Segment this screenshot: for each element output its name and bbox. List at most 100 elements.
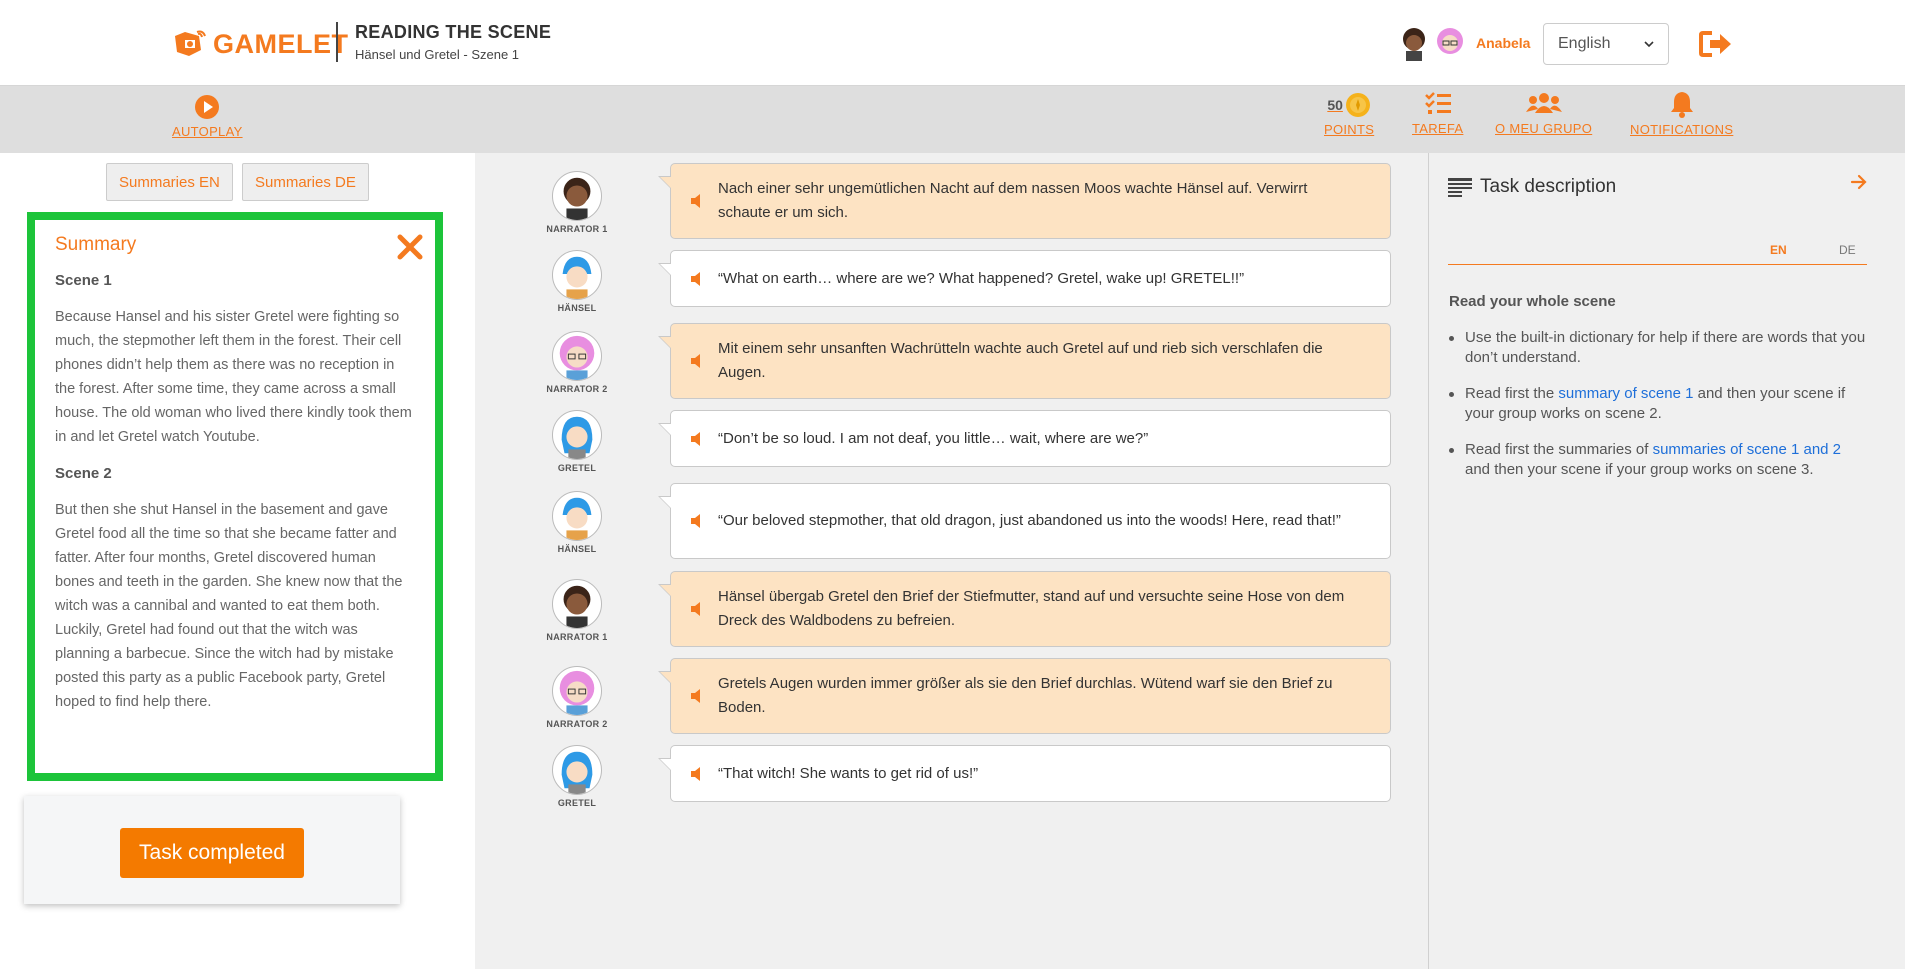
speaker: NARRATOR 1 bbox=[542, 171, 612, 234]
speaker-name: GRETEL bbox=[557, 463, 597, 473]
speaker-icon[interactable] bbox=[690, 193, 706, 209]
speaker-name: NARRATOR 1 bbox=[546, 224, 608, 234]
task-description-title: Task description bbox=[1480, 176, 1617, 197]
dialogue-row: GRETEL “That witch! She wants to get rid … bbox=[475, 745, 1428, 808]
speaker-name: GRETEL bbox=[557, 798, 597, 808]
speech-bubble: Mit einem sehr unsanften Wachrütteln wac… bbox=[658, 323, 1391, 399]
header: GAMELET READING THE SCENE Hänsel und Gre… bbox=[0, 0, 1905, 86]
autoplay-button[interactable]: AUTOPLAY bbox=[172, 94, 243, 139]
dialogue-text: Mit einem sehr unsanften Wachrütteln wac… bbox=[718, 340, 1323, 381]
scene1-text: Because Hansel and his sister Gretel wer… bbox=[55, 309, 412, 445]
scene1-title: Scene 1 bbox=[55, 272, 112, 289]
tarefa-label: TAREFA bbox=[1412, 121, 1464, 136]
dialogue-row: HÄNSEL “Our beloved stepmother, that old … bbox=[475, 483, 1428, 559]
points-value: 50 bbox=[1327, 97, 1343, 113]
speaker: NARRATOR 2 bbox=[542, 666, 612, 729]
task-item-3-pre: Read first the summaries of bbox=[1465, 441, 1653, 458]
language-select[interactable]: English bbox=[1543, 23, 1669, 65]
speaker-icon[interactable] bbox=[690, 271, 706, 287]
my-group-button[interactable]: O MEU GRUPO bbox=[1495, 91, 1592, 136]
dialogue-text: “Don’t be so loud. I am not deaf, you li… bbox=[718, 429, 1149, 447]
arrow-right-icon[interactable] bbox=[1850, 173, 1868, 191]
task-list: Use the built-in dictionary for help if … bbox=[1449, 328, 1869, 496]
speaker-icon[interactable] bbox=[690, 513, 706, 529]
speech-bubble: Nach einer sehr ungemütlichen Nacht auf … bbox=[658, 163, 1391, 239]
speech-bubble: “Our beloved stepmother, that old dragon… bbox=[658, 483, 1391, 559]
notifications-label: NOTIFICATIONS bbox=[1630, 122, 1734, 137]
summary-scene1-2-link[interactable]: summaries of scene 1 and 2 bbox=[1653, 441, 1841, 458]
coin-icon bbox=[1345, 93, 1370, 117]
avatar bbox=[552, 666, 602, 716]
speech-bubble: “Don’t be so loud. I am not deaf, you li… bbox=[658, 410, 1391, 467]
avatar bbox=[552, 745, 602, 795]
speaker-name: NARRATOR 2 bbox=[546, 384, 608, 394]
task-language-tabs: EN DE bbox=[1448, 243, 1867, 265]
speaker-name: NARRATOR 2 bbox=[546, 719, 608, 729]
toolbar: AUTOPLAY 50 POINTS TAREFA O MEU GRUPO NO… bbox=[0, 86, 1905, 153]
dialogue-panel: NARRATOR 1 Nach einer sehr ungemütlichen … bbox=[475, 153, 1428, 969]
speaker-icon[interactable] bbox=[690, 601, 706, 617]
page-title: READING THE SCENE bbox=[355, 22, 552, 42]
speaker: HÄNSEL bbox=[542, 250, 612, 313]
summary-panel: Summaries EN Summaries DE Summary Scene … bbox=[0, 153, 475, 969]
avatar bbox=[552, 579, 602, 629]
speaker-name: HÄNSEL bbox=[557, 544, 597, 554]
points-label: POINTS bbox=[1324, 122, 1375, 137]
avatar-boy bbox=[1396, 25, 1432, 61]
logout-icon[interactable] bbox=[1698, 29, 1734, 59]
chevron-down-icon bbox=[1644, 41, 1654, 48]
task-item-1-text: Use the built-in dictionary for help if … bbox=[1465, 329, 1866, 366]
speaker: GRETEL bbox=[542, 745, 612, 808]
tab-de[interactable]: DE bbox=[1839, 243, 1856, 257]
speaker-name: HÄNSEL bbox=[557, 303, 597, 313]
speaker: NARRATOR 1 bbox=[542, 579, 612, 642]
dialogue-row: NARRATOR 1 Nach einer sehr ungemütlichen … bbox=[475, 163, 1428, 239]
task-completed-button[interactable]: Task completed bbox=[120, 828, 304, 878]
gamelet-logo[interactable]: GAMELET bbox=[171, 25, 349, 63]
task-description-panel: Task description EN DE Read your whole s… bbox=[1428, 153, 1905, 969]
summaries-de-button[interactable]: Summaries DE bbox=[242, 163, 369, 201]
title-block: READING THE SCENE Hänsel und Gretel - Sz… bbox=[355, 22, 551, 62]
dialogue-row: NARRATOR 2 Gretels Augen wurden immer grö… bbox=[475, 658, 1428, 734]
close-icon[interactable] bbox=[397, 234, 423, 260]
avatar bbox=[552, 171, 602, 221]
task-item-2-pre: Read first the bbox=[1465, 385, 1559, 402]
speech-bubble: Hänsel übergab Gretel den Brief der Stie… bbox=[658, 571, 1391, 647]
task-item-3: Read first the summaries of summaries of… bbox=[1449, 440, 1869, 480]
avatar-girl bbox=[1432, 25, 1468, 61]
dialogue-row: HÄNSEL “What on earth… where are we? What… bbox=[475, 250, 1428, 313]
summary-box: Summary Scene 1 Because Hansel and his s… bbox=[27, 212, 443, 781]
speech-bubble: “That witch! She wants to get rid of us!… bbox=[658, 745, 1391, 802]
user-name[interactable]: Anabela bbox=[1476, 35, 1530, 51]
points-button[interactable]: 50 POINTS bbox=[1324, 92, 1374, 137]
speaker-icon[interactable] bbox=[690, 688, 706, 704]
dialogue-text: Nach einer sehr ungemütlichen Nacht auf … bbox=[718, 180, 1308, 221]
notifications-button[interactable]: NOTIFICATIONS bbox=[1630, 90, 1733, 137]
group-avatars[interactable] bbox=[1396, 25, 1468, 61]
speaker: NARRATOR 2 bbox=[542, 331, 612, 394]
users-icon bbox=[1525, 93, 1562, 113]
summary-scene1-link[interactable]: summary of scene 1 bbox=[1558, 385, 1693, 402]
dialogue-text: Hänsel übergab Gretel den Brief der Stie… bbox=[718, 588, 1345, 629]
speaker: HÄNSEL bbox=[542, 491, 612, 554]
speaker-icon[interactable] bbox=[690, 353, 706, 369]
task-item-1: Use the built-in dictionary for help if … bbox=[1449, 328, 1869, 368]
avatar bbox=[552, 250, 602, 300]
page-subtitle: Hänsel und Gretel - Szene 1 bbox=[355, 47, 520, 62]
tarefa-button[interactable]: TAREFA bbox=[1412, 91, 1463, 136]
summaries-en-button[interactable]: Summaries EN bbox=[106, 163, 233, 201]
autoplay-label: AUTOPLAY bbox=[172, 124, 243, 139]
description-icon bbox=[1448, 178, 1472, 197]
speaker-icon[interactable] bbox=[690, 431, 706, 447]
tab-en[interactable]: EN bbox=[1770, 243, 1787, 257]
task-item-2: Read first the summary of scene 1 and th… bbox=[1449, 384, 1869, 424]
task-description-header: Task description bbox=[1448, 176, 1616, 198]
avatar bbox=[552, 410, 602, 460]
speaker-icon[interactable] bbox=[690, 766, 706, 782]
header-divider bbox=[336, 22, 338, 62]
task-list-icon bbox=[1424, 92, 1451, 114]
avatar bbox=[552, 331, 602, 381]
dialogue-text: “That witch! She wants to get rid of us!… bbox=[718, 764, 979, 782]
language-value: English bbox=[1558, 35, 1611, 52]
dialogue-text: “What on earth… where are we? What happe… bbox=[718, 269, 1245, 287]
